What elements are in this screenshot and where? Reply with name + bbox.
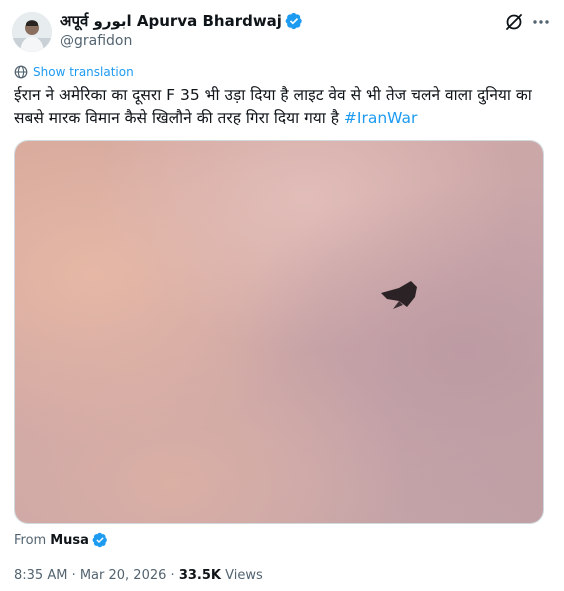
meta-separator: · (67, 568, 80, 583)
hashtag-link[interactable]: #IranWar (344, 109, 417, 127)
tweet-body: ईरान ने अमेरिका का दूसरा F 35 भी उड़ा दि… (14, 86, 532, 127)
tweet-media-video[interactable] (14, 140, 544, 524)
grok-slash-icon[interactable] (504, 12, 524, 32)
tweet-date-link[interactable]: Mar 20, 2026 (80, 568, 167, 583)
meta-separator: · (166, 568, 179, 583)
more-options-icon[interactable] (532, 13, 550, 31)
author-names: अपूर्व ابورو Apurva Bhardwaj @grafidon (60, 10, 303, 51)
verified-badge-icon (285, 12, 303, 30)
author-display-name[interactable]: अपूर्व ابورو Apurva Bhardwaj (60, 11, 282, 31)
tweet-text: ईरान ने अमेरिका का दूसरा F 35 भी उड़ा दि… (14, 84, 550, 130)
tweet-header: अपूर्व ابورو Apurva Bhardwaj @grafidon (12, 10, 550, 52)
avatar[interactable] (12, 12, 52, 52)
views-label: Views (220, 568, 263, 583)
show-translation-link[interactable]: Show translation (14, 65, 134, 79)
globe-icon (14, 65, 28, 79)
tweet-card: अपूर्व ابورو Apurva Bhardwaj @grafidon S… (0, 0, 564, 591)
source-name-link[interactable]: Musa (50, 533, 89, 548)
show-translation-label: Show translation (33, 65, 134, 79)
source-prefix: From (14, 532, 47, 548)
tweet-meta: 8:35 AM · Mar 20, 2026 · 33.5K Views (14, 568, 263, 583)
tweet-time-link[interactable]: 8:35 AM (14, 568, 67, 583)
views-count: 33.5K (178, 568, 221, 583)
source-attribution: From Musa (14, 532, 108, 548)
verified-badge-icon (92, 532, 108, 548)
author-handle[interactable]: @grafidon (60, 33, 303, 51)
